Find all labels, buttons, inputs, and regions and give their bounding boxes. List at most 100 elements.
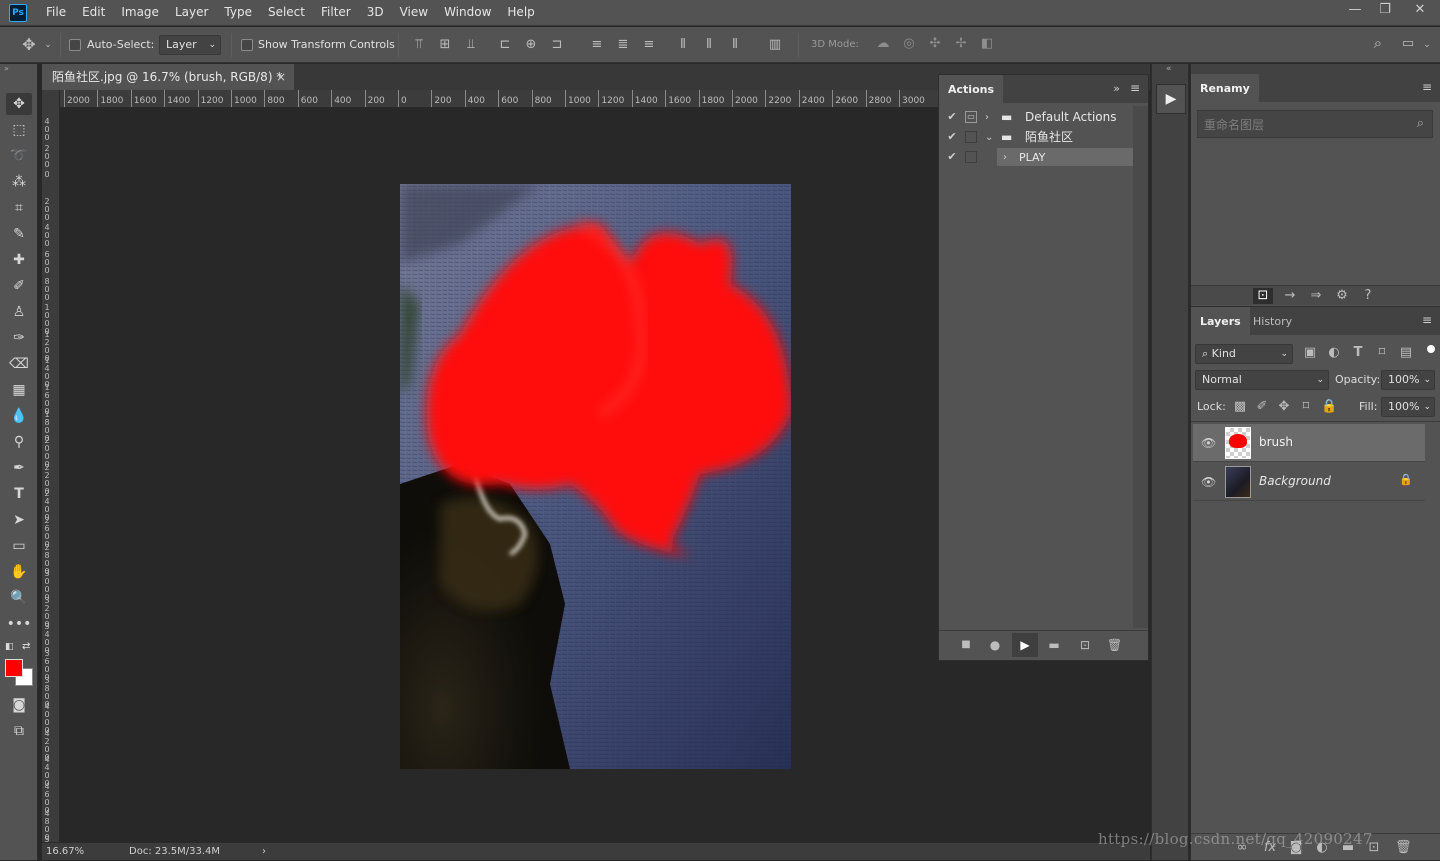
eraser-icon[interactable]: ⌫ xyxy=(6,353,32,375)
arrow-right-icon[interactable]: → xyxy=(1281,288,1299,304)
document-tab[interactable]: 陌鱼社区.jpg @ 16.7% (brush, RGB/8) * × xyxy=(42,64,294,90)
type-filter-icon[interactable]: T xyxy=(1351,345,1365,361)
tab-layers[interactable]: Layers xyxy=(1191,307,1250,335)
chevron-right-icon[interactable]: › xyxy=(1003,148,1007,167)
record-icon[interactable]: ● xyxy=(988,637,1002,653)
status-menu-arrow[interactable]: › xyxy=(262,843,266,861)
align-left-icon[interactable]: ⊏ xyxy=(496,37,514,53)
move-tool-icon[interactable]: ✥ xyxy=(6,93,32,115)
path-selection-icon[interactable]: ➤ xyxy=(6,509,32,531)
3d-pan-icon[interactable]: ✣ xyxy=(926,36,944,52)
hand-icon[interactable]: ✋ xyxy=(6,561,32,583)
align-bottom-icon[interactable]: ⫫ xyxy=(462,37,480,53)
distribute-left-icon[interactable]: ⫴ xyxy=(674,37,692,53)
filter-toggle-icon[interactable] xyxy=(1427,345,1435,353)
show-transform-checkbox[interactable] xyxy=(241,39,253,51)
settings-gear-icon[interactable]: ⚙ xyxy=(1333,288,1351,304)
tab-renamy[interactable]: Renamy xyxy=(1191,74,1259,102)
distribute-right-icon[interactable]: ⫴ xyxy=(726,37,744,53)
filter-kind-dropdown[interactable]: ⌕ Kind ⌄ xyxy=(1195,344,1293,364)
chevron-right-icon[interactable]: › xyxy=(985,108,989,127)
eye-icon[interactable]: 👁 xyxy=(1201,475,1216,489)
lock-image-icon[interactable]: ✐ xyxy=(1255,399,1269,415)
lock-position-icon[interactable]: ✥ xyxy=(1277,399,1291,415)
layer-row-brush[interactable]: 👁 brush xyxy=(1193,424,1425,462)
align-hcenter-icon[interactable]: ⊕ xyxy=(522,37,540,53)
tab-actions[interactable]: Actions xyxy=(939,75,1003,103)
screen-mode-icon[interactable]: ⧉ xyxy=(6,720,32,742)
default-colors-icon[interactable]: ◧ xyxy=(5,642,14,652)
menu-window[interactable]: Window xyxy=(436,0,499,26)
eyedropper-icon[interactable]: ✎ xyxy=(6,223,32,245)
actions-scrollbar[interactable] xyxy=(1133,106,1148,628)
document-image[interactable] xyxy=(400,184,791,769)
distribute-top-icon[interactable]: ≡ xyxy=(588,37,606,53)
menu-layer[interactable]: Layer xyxy=(167,0,216,26)
help-icon[interactable]: ? xyxy=(1359,288,1377,304)
trash-icon[interactable]: 🗑 xyxy=(1107,637,1122,653)
restore-button[interactable]: ❐ xyxy=(1370,0,1400,20)
collapse-toolbar-icon[interactable]: » xyxy=(4,64,9,73)
menu-filter[interactable]: Filter xyxy=(313,0,359,26)
rectangular-marquee-icon[interactable]: ⬚ xyxy=(6,119,32,141)
eye-icon[interactable]: 👁 xyxy=(1201,436,1216,450)
lasso-icon[interactable]: ➰ xyxy=(6,145,32,167)
action-set-default[interactable]: ✔ ▭ › ▬ Default Actions xyxy=(943,108,1135,127)
foreground-color-swatch[interactable] xyxy=(5,659,23,677)
rename-icon[interactable]: ⊡ xyxy=(1253,288,1273,304)
menu-type[interactable]: Type xyxy=(216,0,260,26)
dialog-toggle-icon[interactable] xyxy=(965,151,977,163)
layer-name[interactable]: Background xyxy=(1259,474,1331,488)
rectangle-shape-icon[interactable]: ▭ xyxy=(6,535,32,557)
crop-icon[interactable]: ⌗ xyxy=(6,197,32,219)
blur-icon[interactable]: 💧 xyxy=(6,405,32,427)
panel-menu-icon[interactable]: ≡ xyxy=(1130,81,1140,95)
double-arrow-icon[interactable]: ⇒ xyxy=(1307,288,1325,304)
menu-image[interactable]: Image xyxy=(113,0,167,26)
brush-icon[interactable]: ✐ xyxy=(6,275,32,297)
adjustment-filter-icon[interactable]: ◐ xyxy=(1327,345,1341,361)
type-icon[interactable]: T xyxy=(6,483,32,505)
edit-toolbar-icon[interactable]: ••• xyxy=(6,613,32,635)
opacity-field[interactable]: 100% ⌄ xyxy=(1381,370,1435,390)
tool-preset-chevron-icon[interactable]: ⌄ xyxy=(42,37,54,53)
auto-select-dropdown[interactable]: Layer ⌄ xyxy=(159,35,221,55)
3d-orbit-icon[interactable]: ☁ xyxy=(874,36,892,52)
trash-icon[interactable]: 🗑 xyxy=(1395,840,1412,856)
action-play[interactable]: ✔ › PLAY xyxy=(943,148,1137,167)
history-brush-icon[interactable]: ✑ xyxy=(6,327,32,349)
3d-roll-icon[interactable]: ◎ xyxy=(900,36,918,52)
search-icon[interactable]: ⌕ xyxy=(1369,35,1387,51)
quick-mask-icon[interactable]: ◙ xyxy=(6,694,32,716)
auto-select-checkbox[interactable] xyxy=(69,39,81,51)
distribute-hcenter-icon[interactable]: ⦀ xyxy=(700,37,718,53)
new-set-folder-icon[interactable]: ▬ xyxy=(1046,637,1062,653)
gradient-icon[interactable]: ▦ xyxy=(6,379,32,401)
chevron-down-icon[interactable]: ⌄ xyxy=(985,128,993,147)
zoom-level[interactable]: 16.67% xyxy=(46,843,84,861)
expand-dock-icon[interactable]: « xyxy=(1166,64,1172,74)
check-icon[interactable]: ✔ xyxy=(945,130,959,144)
distribute-bottom-icon[interactable]: ≡ xyxy=(640,37,658,53)
clone-stamp-icon[interactable]: ♙ xyxy=(6,301,32,323)
check-icon[interactable]: ✔ xyxy=(945,110,959,124)
3d-scale-icon[interactable]: ◧ xyxy=(978,36,996,52)
dodge-icon[interactable]: ⚲ xyxy=(6,431,32,453)
healing-brush-icon[interactable]: ✚ xyxy=(6,249,32,271)
shape-filter-icon[interactable]: ⌑ xyxy=(1375,345,1389,361)
minimize-button[interactable]: — xyxy=(1340,0,1370,20)
menu-edit[interactable]: Edit xyxy=(74,0,113,26)
menu-3d[interactable]: 3D xyxy=(359,0,392,26)
menu-view[interactable]: View xyxy=(392,0,436,26)
panel-menu-icon[interactable]: ≡ xyxy=(1422,313,1432,327)
collapse-panel-icon[interactable]: » xyxy=(1113,82,1120,95)
align-right-icon[interactable]: ⊐ xyxy=(548,37,566,53)
lock-transparent-icon[interactable]: ▩ xyxy=(1233,399,1247,415)
lock-all-icon[interactable]: 🔒 xyxy=(1321,399,1337,415)
rename-search-field[interactable]: 重命名图层 ⌕ xyxy=(1197,110,1433,138)
swap-colors-icon[interactable]: ⇄ xyxy=(22,641,30,652)
layer-name[interactable]: brush xyxy=(1259,435,1293,449)
align-vcenter-icon[interactable]: ⊞ xyxy=(436,37,454,53)
search-icon[interactable]: ⌕ xyxy=(1417,116,1424,131)
layer-row-background[interactable]: 👁 Background 🔒 xyxy=(1193,463,1425,501)
